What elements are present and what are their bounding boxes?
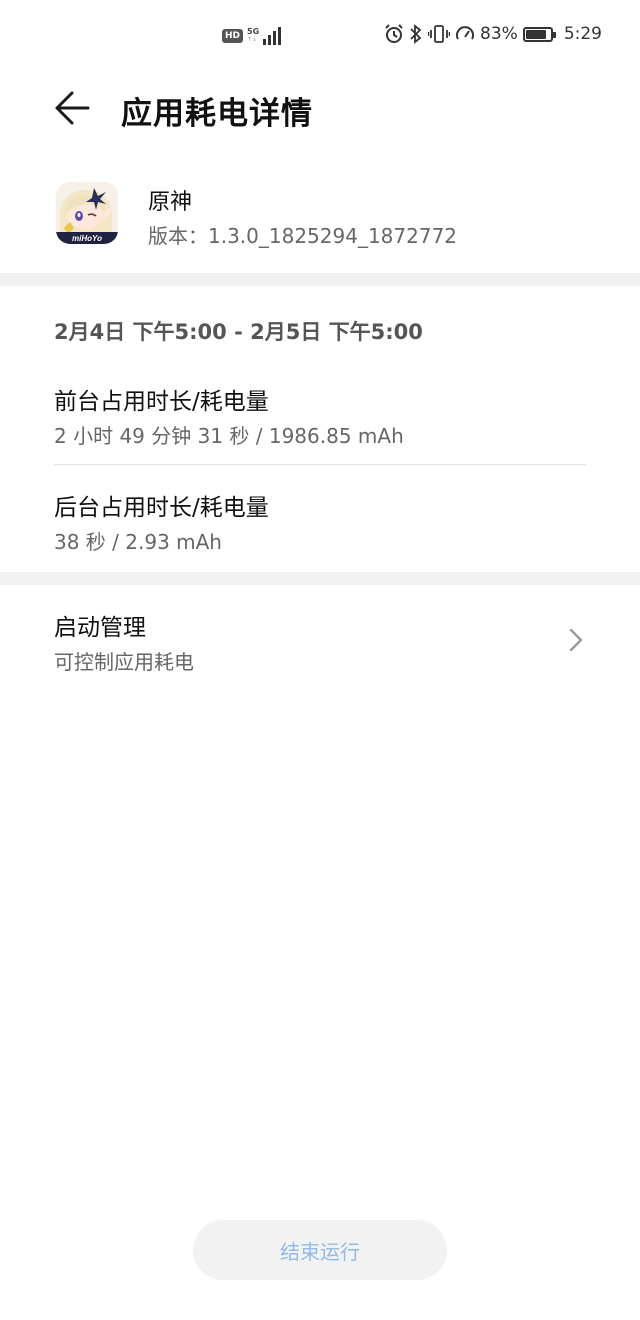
battery-percent: 83% bbox=[480, 24, 518, 44]
hd-badge: HD bbox=[222, 29, 244, 43]
app-version: 版本：1.3.0_1825294_1872772 bbox=[148, 224, 458, 248]
status-left: HD 5G ↑↓ bbox=[222, 27, 283, 45]
status-bar: HD 5G ↑↓ 83% 5:29 bbox=[0, 0, 640, 76]
battery-fill bbox=[525, 29, 546, 39]
startup-management-subtitle: 可控制应用耗电 bbox=[54, 650, 194, 674]
page-title: 应用耗电详情 bbox=[121, 96, 313, 132]
network-type-label: 5G bbox=[247, 27, 260, 36]
network-activity: ↑↓ bbox=[247, 36, 258, 43]
alarm-icon bbox=[385, 24, 403, 43]
startup-management-title: 启动管理 bbox=[54, 615, 146, 641]
foreground-usage-value: 2 小时 49 分钟 31 秒 / 1986.85 mAh bbox=[54, 424, 404, 448]
vibrate-icon bbox=[428, 25, 451, 43]
app-icon-text: miHoYo bbox=[72, 234, 102, 243]
end-process-button[interactable]: 结束运行 bbox=[193, 1220, 447, 1280]
app-icon: miHoYo bbox=[56, 182, 118, 244]
foreground-usage-title: 前台占用时长/耗电量 bbox=[54, 389, 269, 415]
section-divider bbox=[0, 572, 640, 585]
status-right: 83% 5:29 bbox=[384, 24, 602, 44]
header: 应用耗电详情 bbox=[0, 76, 640, 140]
speed-icon bbox=[456, 26, 475, 40]
background-usage-title: 后台占用时长/耗电量 bbox=[54, 495, 269, 521]
background-usage-value: 38 秒 / 2.93 mAh bbox=[54, 530, 222, 554]
app-name: 原神 bbox=[148, 190, 193, 215]
date-range: 2月4日 下午5:00 - 2月5日 下午5:00 bbox=[54, 320, 423, 344]
app-icon-art: miHoYo bbox=[56, 182, 118, 244]
bluetooth-icon bbox=[410, 24, 422, 44]
row-divider bbox=[54, 464, 586, 465]
section-divider bbox=[0, 273, 640, 286]
back-arrow-icon[interactable] bbox=[52, 86, 96, 130]
clock: 5:29 bbox=[563, 24, 602, 44]
signal-icon bbox=[263, 27, 282, 45]
app-info: miHoYo 原神 版本：1.3.0_1825294_1872772 bbox=[0, 170, 640, 270]
battery-icon bbox=[522, 26, 556, 42]
chevron-right-icon bbox=[569, 628, 583, 652]
startup-management-row[interactable]: 启动管理 可控制应用耗电 bbox=[0, 590, 640, 690]
network-type: 5G ↑↓ bbox=[247, 28, 259, 44]
